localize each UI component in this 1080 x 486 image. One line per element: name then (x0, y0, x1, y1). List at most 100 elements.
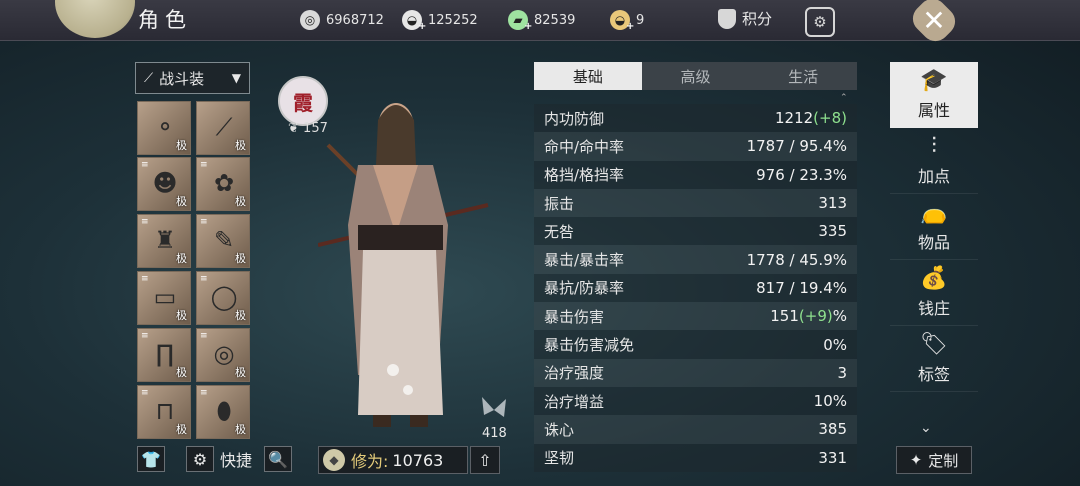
pet-count: 418 (482, 426, 507, 441)
grade-label: 极 (235, 252, 246, 265)
stat-row: 诛心 385 (534, 415, 857, 444)
grade-label: 极 (235, 139, 246, 152)
wardrobe-button[interactable]: 👕 (137, 446, 165, 472)
equip-slot-accessory[interactable]: ≡ ✿ 极 (196, 157, 250, 211)
grade-label: 极 (176, 366, 187, 379)
faction-badge-text: 霞 (293, 90, 313, 115)
gear-icon: ⚙ (813, 13, 827, 31)
cultivation-display[interactable]: ◆ 修为: 10763 (318, 446, 468, 474)
top-bar: 角色 ◎ 6968712 ◒ + 125252 ▰ + 82539 ◒ + 9 积分 … (0, 0, 1080, 47)
stat-number: 151 (770, 307, 799, 326)
stat-number: 1787 / 95.4% (746, 137, 847, 156)
settings-gear-button[interactable]: ⚙ (805, 7, 835, 37)
outfit-label: 战斗装 (159, 69, 205, 88)
stat-number: 335 (818, 222, 847, 241)
equip-slot-brush[interactable]: ≡ ✎ 极 (196, 214, 250, 268)
stat-label: 格挡/格挡率 (544, 166, 625, 185)
resource-coins[interactable]: ◎ 6968712 (300, 9, 384, 31)
customize-button[interactable]: ✦ 定制 (896, 446, 972, 474)
resource-gold[interactable]: ◒ + 9 (610, 9, 644, 32)
stat-list[interactable]: 内功防御 1212(+8) 命中/命中率 1787 / 95.4% 格挡/格挡率 976 … (534, 104, 857, 472)
equip-slot-weapon-off[interactable]: ⟋ 极 (196, 101, 250, 155)
grade-label: 极 (176, 309, 187, 322)
stat-number: 10% (813, 392, 847, 411)
scroll-up-icon: ⌃ (840, 93, 848, 103)
stat-label: 治疗强度 (544, 364, 605, 383)
stat-value: 10% (814, 392, 847, 410)
menu-item-4[interactable]: 🏷 标签 (890, 326, 978, 392)
menu-item-0[interactable]: 🎓 属性 (890, 62, 978, 128)
close-icon: ✕ (922, 3, 946, 37)
outfit-dropdown[interactable]: ⟋ 战斗装 ▼ (135, 62, 250, 94)
equip-slot-bracelet[interactable]: ≡ ◯ 极 (196, 271, 250, 325)
stat-number: 331 (818, 448, 847, 467)
cultivation-value: 10763 (392, 450, 444, 470)
tab-basic[interactable]: 基础 (534, 62, 642, 90)
stat-number: 385 (818, 420, 847, 439)
silver-value: 125252 (428, 12, 478, 28)
stat-label: 暴击伤害 (544, 307, 605, 326)
tab-life[interactable]: 生活 (749, 62, 857, 90)
equip-slot-body[interactable]: ≡ ♜ 极 (137, 214, 191, 268)
stat-label: 暴抗/防暴率 (544, 279, 625, 298)
stat-row: 治疗增益 10% (534, 386, 857, 416)
money-bag-icon: 💰 (920, 266, 948, 291)
stat-value: 3 (837, 364, 847, 382)
shortcut-button[interactable]: ⚙ 快捷 (182, 446, 256, 472)
stat-label: 命中/命中率 (544, 137, 625, 156)
score-button[interactable]: 积分 (718, 8, 772, 29)
stat-row: 命中/命中率 1787 / 95.4% (534, 132, 857, 161)
character-model[interactable] (318, 95, 498, 445)
resource-silver[interactable]: ◒ + 125252 (402, 9, 478, 32)
bag-icon: 👝 (920, 200, 948, 225)
inspect-button[interactable]: 🔍 (264, 446, 292, 472)
equip-slot-weapon-main[interactable]: ⚬ 极 (137, 101, 191, 155)
stat-value: 313 (818, 194, 847, 212)
menu-item-label: 物品 (917, 233, 950, 252)
equip-slot-boots[interactable]: ≡ ⊓ 极 (137, 385, 191, 439)
grade-label: 极 (176, 195, 187, 208)
cultivation-upgrade-button[interactable]: ⇧ (470, 446, 500, 474)
moon-decoration (55, 0, 135, 38)
stat-label: 坚韧 (544, 449, 575, 468)
menu-scroll-down-icon[interactable]: ⌄ (920, 420, 932, 436)
menu-item-label: 标签 (917, 365, 950, 384)
stat-label: 无咎 (544, 222, 575, 241)
equip-slot-pants[interactable]: ≡ ∏ 极 (137, 328, 191, 382)
stat-row: 暴击伤害 151(+9)% (534, 302, 857, 331)
stat-number: 0% (823, 335, 847, 354)
menu-item-label: 钱庄 (917, 299, 950, 318)
jade-value: 82539 (534, 12, 576, 28)
equip-slot-head[interactable]: ≡ ☻ 极 (137, 157, 191, 211)
shortcut-label: 快捷 (219, 451, 252, 470)
menu-item-2[interactable]: 👝 物品 (890, 194, 978, 260)
menu-item-1[interactable]: ⫶ 加点 (890, 128, 978, 194)
menu-item-label: 加点 (917, 167, 950, 186)
grade-label: 极 (235, 195, 246, 208)
tab-advanced[interactable]: 高级 (642, 62, 750, 90)
stat-tabs: 基础 高级 生活 (534, 62, 857, 90)
equip-slot-belt[interactable]: ≡ ▭ 极 (137, 271, 191, 325)
equip-slot-ring[interactable]: ≡ ◎ 极 (196, 328, 250, 382)
close-button[interactable]: ✕ (907, 0, 961, 47)
scholar-hat-icon: 🎓 (920, 68, 948, 93)
stat-label: 内功防御 (544, 109, 605, 128)
tag-icon: 🏷 (920, 332, 948, 357)
shirt-icon: 👕 (141, 449, 161, 469)
wand-icon: ⟋ (144, 70, 154, 86)
stat-value: 1778 / 45.9% (747, 251, 847, 269)
stat-label: 诛心 (544, 420, 575, 439)
stat-number: 1212 (774, 109, 814, 128)
chevron-down-icon: ▼ (231, 71, 241, 85)
menu-item-3[interactable]: 💰 钱庄 (890, 260, 978, 326)
magnifier-icon: 🔍 (268, 449, 288, 469)
resource-jade[interactable]: ▰ + 82539 (508, 9, 576, 32)
coins-value: 6968712 (326, 12, 384, 28)
butterfly-pet-icon (482, 397, 506, 417)
stat-number: 313 (818, 194, 847, 213)
stat-value: 151(+9)% (770, 307, 847, 325)
stat-value: 1787 / 95.4% (747, 137, 847, 155)
customize-label: 定制 (928, 451, 959, 470)
menu-item-label: 属性 (917, 101, 950, 120)
equip-slot-pendant[interactable]: ≡ ⬮ 极 (196, 385, 250, 439)
